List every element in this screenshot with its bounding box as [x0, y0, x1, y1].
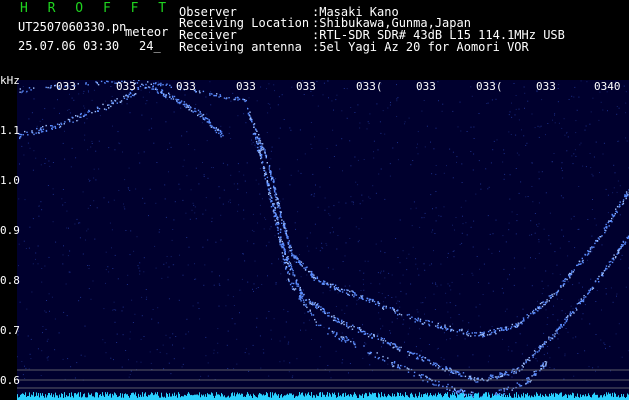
x-tick-label: 033 [56, 80, 76, 93]
datetime-label: 25.07.06 03:30 [18, 39, 120, 53]
x-tick-label: 033( [356, 80, 383, 93]
x-tick-label: 033 [536, 80, 556, 93]
y-tick-label: 1.1 [0, 124, 20, 137]
y-unit-label: kHz [0, 74, 20, 87]
waterfall-plot [17, 80, 629, 400]
filename-label: UT2507060330.pn [18, 20, 127, 34]
x-tick-label: 033 [416, 80, 436, 93]
app-title: H R O F F T [20, 1, 173, 16]
waterfall-canvas [17, 80, 629, 400]
spectrogram-screen: H R O F F T UT2507060330.pn meteor 25.07… [0, 0, 629, 400]
x-tick-label: 033 [296, 80, 316, 93]
y-tick-label: 0.6 [0, 374, 20, 387]
x-tick-label: 033 [176, 80, 196, 93]
antenna-label: Receiving antenna [179, 40, 302, 54]
y-tick-label: 0.8 [0, 274, 20, 287]
x-tick-label: 033( [476, 80, 503, 93]
x-tick-label: 033 [116, 80, 136, 93]
y-tick-label: 1.0 [0, 174, 20, 187]
antenna-value: :5el Yagi Az 20 for Aomori VOR [312, 40, 529, 54]
x-tick-label: 033 [236, 80, 256, 93]
x-tick-label: 0340 [594, 80, 621, 93]
counter-label: 24_ [139, 39, 161, 53]
y-tick-label: 0.9 [0, 224, 20, 237]
y-tick-label: 0.7 [0, 324, 20, 337]
mode-label: meteor [125, 25, 169, 39]
